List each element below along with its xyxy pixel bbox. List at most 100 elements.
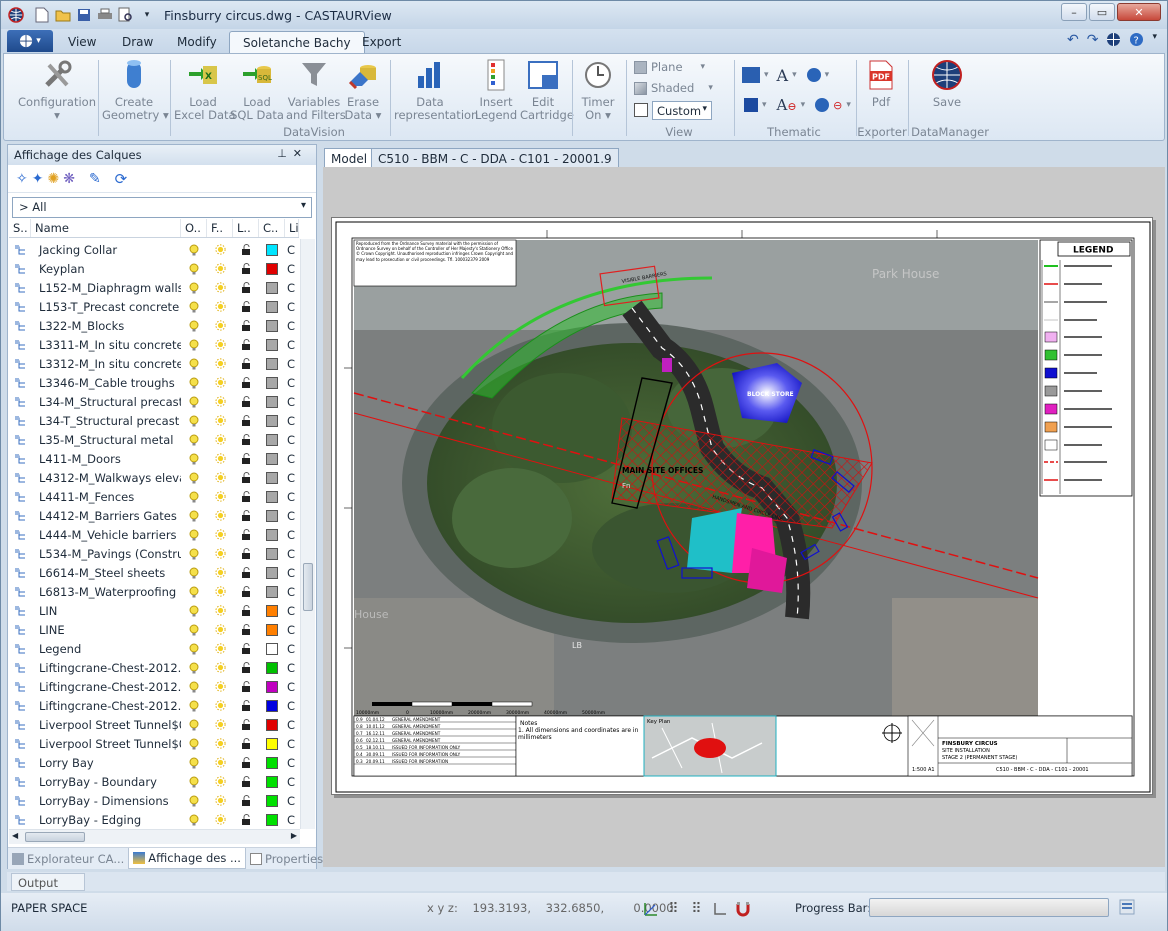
layer-linetype[interactable]: C bbox=[285, 813, 299, 827]
layer-lock-icon[interactable] bbox=[233, 738, 259, 749]
layer-linetype[interactable]: C bbox=[285, 338, 299, 352]
layer-lock-icon[interactable] bbox=[233, 358, 259, 369]
layer-row[interactable]: Liftingcrane-Chest-2012.01. C bbox=[9, 658, 299, 677]
layer-lock-icon[interactable] bbox=[233, 491, 259, 502]
layer-linetype[interactable]: C bbox=[285, 547, 299, 561]
layer-lock-icon[interactable] bbox=[233, 719, 259, 730]
layer-on-bulb-icon[interactable] bbox=[181, 795, 207, 807]
layer-freeze-sun-icon[interactable] bbox=[207, 339, 233, 350]
layer-on-bulb-icon[interactable] bbox=[181, 700, 207, 712]
layer-linetype[interactable]: C bbox=[285, 243, 299, 257]
layer-color-swatch[interactable] bbox=[259, 623, 285, 636]
layer-linetype[interactable]: C bbox=[285, 433, 299, 447]
layer-linetype[interactable]: C bbox=[285, 566, 299, 580]
layer-row[interactable]: L153-T_Precast concrete ret C bbox=[9, 297, 299, 316]
layer-state-icon[interactable]: ✺ bbox=[47, 171, 59, 187]
pdf-export-button[interactable]: PDF Pdf bbox=[860, 58, 902, 109]
layer-color-swatch[interactable] bbox=[259, 642, 285, 655]
layer-linetype[interactable]: C bbox=[285, 281, 299, 295]
layer-on-bulb-icon[interactable] bbox=[181, 453, 207, 465]
layer-on-bulb-icon[interactable] bbox=[181, 263, 207, 275]
layer-row[interactable]: L444-M_Vehicle barriers C bbox=[9, 525, 299, 544]
load-excel-data-button[interactable]: X Load Excel Data bbox=[174, 58, 236, 122]
layer-lock-icon[interactable] bbox=[233, 301, 259, 312]
layer-freeze-sun-icon[interactable] bbox=[207, 244, 233, 255]
layer-linetype[interactable]: C bbox=[285, 509, 299, 523]
layer-filter-select[interactable]: > All ▾ bbox=[12, 197, 312, 218]
cube-color-icon[interactable] bbox=[742, 67, 760, 83]
edit-cartridge-button[interactable]: Edit Cartridge bbox=[520, 58, 574, 122]
layer-lock-icon[interactable] bbox=[233, 662, 259, 673]
layer-linetype[interactable]: C bbox=[285, 775, 299, 789]
layer-row[interactable]: L34-T_Structural precast co C bbox=[9, 411, 299, 430]
layer-color-swatch[interactable] bbox=[259, 604, 285, 617]
layer-on-bulb-icon[interactable] bbox=[181, 320, 207, 332]
layer-row[interactable]: Legend C bbox=[9, 639, 299, 658]
layer-lock-icon[interactable] bbox=[233, 320, 259, 331]
layer-linetype[interactable]: C bbox=[285, 528, 299, 542]
square-color-icon[interactable] bbox=[744, 98, 758, 112]
layer-on-bulb-icon[interactable] bbox=[181, 510, 207, 522]
layer-linetype[interactable]: C bbox=[285, 794, 299, 808]
layer-linetype[interactable]: C bbox=[285, 737, 299, 751]
layer-linetype[interactable]: C bbox=[285, 604, 299, 618]
layer-lock-icon[interactable] bbox=[233, 282, 259, 293]
refresh-icon[interactable]: ⟳ bbox=[115, 170, 128, 188]
layer-row[interactable]: LorryBay - Edging C bbox=[9, 810, 299, 829]
layer-lock-icon[interactable] bbox=[233, 415, 259, 426]
layer-lock-icon[interactable] bbox=[233, 339, 259, 350]
layer-lock-icon[interactable] bbox=[233, 548, 259, 559]
layer-list-horizontal-scrollbar[interactable]: ◀ ▶ bbox=[9, 829, 300, 844]
col-color[interactable]: C.. bbox=[259, 219, 285, 237]
layer-on-bulb-icon[interactable] bbox=[181, 605, 207, 617]
layer-on-bulb-icon[interactable] bbox=[181, 586, 207, 598]
layer-color-swatch[interactable] bbox=[259, 756, 285, 769]
layer-lock-icon[interactable] bbox=[233, 624, 259, 635]
layer-freeze-sun-icon[interactable] bbox=[207, 548, 233, 559]
layer-linetype[interactable]: C bbox=[285, 756, 299, 770]
layer-color-swatch[interactable] bbox=[259, 547, 285, 560]
layer-linetype[interactable]: C bbox=[285, 471, 299, 485]
drawing-viewport[interactable]: BLOCK STORE MAIN SITE OFFICES VISIBLE BA… bbox=[323, 167, 1165, 867]
layer-row[interactable]: Liftingcrane-Chest-2012.03. C bbox=[9, 677, 299, 696]
layer-linetype[interactable]: C bbox=[285, 300, 299, 314]
layer-lock-icon[interactable] bbox=[233, 244, 259, 255]
print-preview-icon[interactable] bbox=[117, 6, 135, 24]
ortho-icon[interactable] bbox=[710, 899, 729, 918]
layer-linetype[interactable]: C bbox=[285, 262, 299, 276]
layer-lock-icon[interactable] bbox=[233, 700, 259, 711]
layer-freeze-sun-icon[interactable] bbox=[207, 567, 233, 578]
layer-on-bulb-icon[interactable] bbox=[181, 301, 207, 313]
tab-layout-c510[interactable]: C510 - BBM - C - DDA - C101 - 20001.9 bbox=[371, 148, 619, 168]
custom-view-select[interactable]: Custom ▾ bbox=[652, 101, 712, 120]
layer-row[interactable]: LIN C bbox=[9, 601, 299, 620]
layer-freeze-sun-icon[interactable] bbox=[207, 434, 233, 445]
layer-color-swatch[interactable] bbox=[259, 262, 285, 275]
configuration-button[interactable]: Configuration ▾ bbox=[18, 58, 96, 122]
layer-row[interactable]: L411-M_Doors C bbox=[9, 449, 299, 468]
layer-row[interactable]: Lorry Bay C bbox=[9, 753, 299, 772]
tab-view[interactable]: View bbox=[55, 31, 109, 53]
layer-lock-icon[interactable] bbox=[233, 377, 259, 388]
layer-linetype[interactable]: C bbox=[285, 585, 299, 599]
layer-lock-icon[interactable] bbox=[233, 776, 259, 787]
layer-row[interactable]: Jacking Collar C bbox=[9, 240, 299, 259]
layer-lock-icon[interactable] bbox=[233, 605, 259, 616]
layer-on-bulb-icon[interactable] bbox=[181, 529, 207, 541]
layer-row[interactable]: L4411-M_Fences C bbox=[9, 487, 299, 506]
layer-color-swatch[interactable] bbox=[259, 471, 285, 484]
shaded-button[interactable]: Shaded ▾ bbox=[634, 79, 713, 97]
layer-row[interactable]: LINE C bbox=[9, 620, 299, 639]
globe-icon[interactable] bbox=[1106, 32, 1121, 50]
tab-explorateur[interactable]: Explorateur CA... bbox=[8, 848, 128, 869]
layer-on-bulb-icon[interactable] bbox=[181, 491, 207, 503]
layer-color-swatch[interactable] bbox=[259, 281, 285, 294]
layer-lock-icon[interactable] bbox=[233, 263, 259, 274]
layer-row[interactable]: L4312-M_Walkways elevate C bbox=[9, 468, 299, 487]
layer-on-bulb-icon[interactable] bbox=[181, 548, 207, 560]
layer-color-swatch[interactable] bbox=[259, 737, 285, 750]
layer-color-swatch[interactable] bbox=[259, 794, 285, 807]
layer-on-bulb-icon[interactable] bbox=[181, 472, 207, 484]
layer-color-swatch[interactable] bbox=[259, 680, 285, 693]
redo-icon[interactable]: ↷ bbox=[1087, 32, 1099, 50]
